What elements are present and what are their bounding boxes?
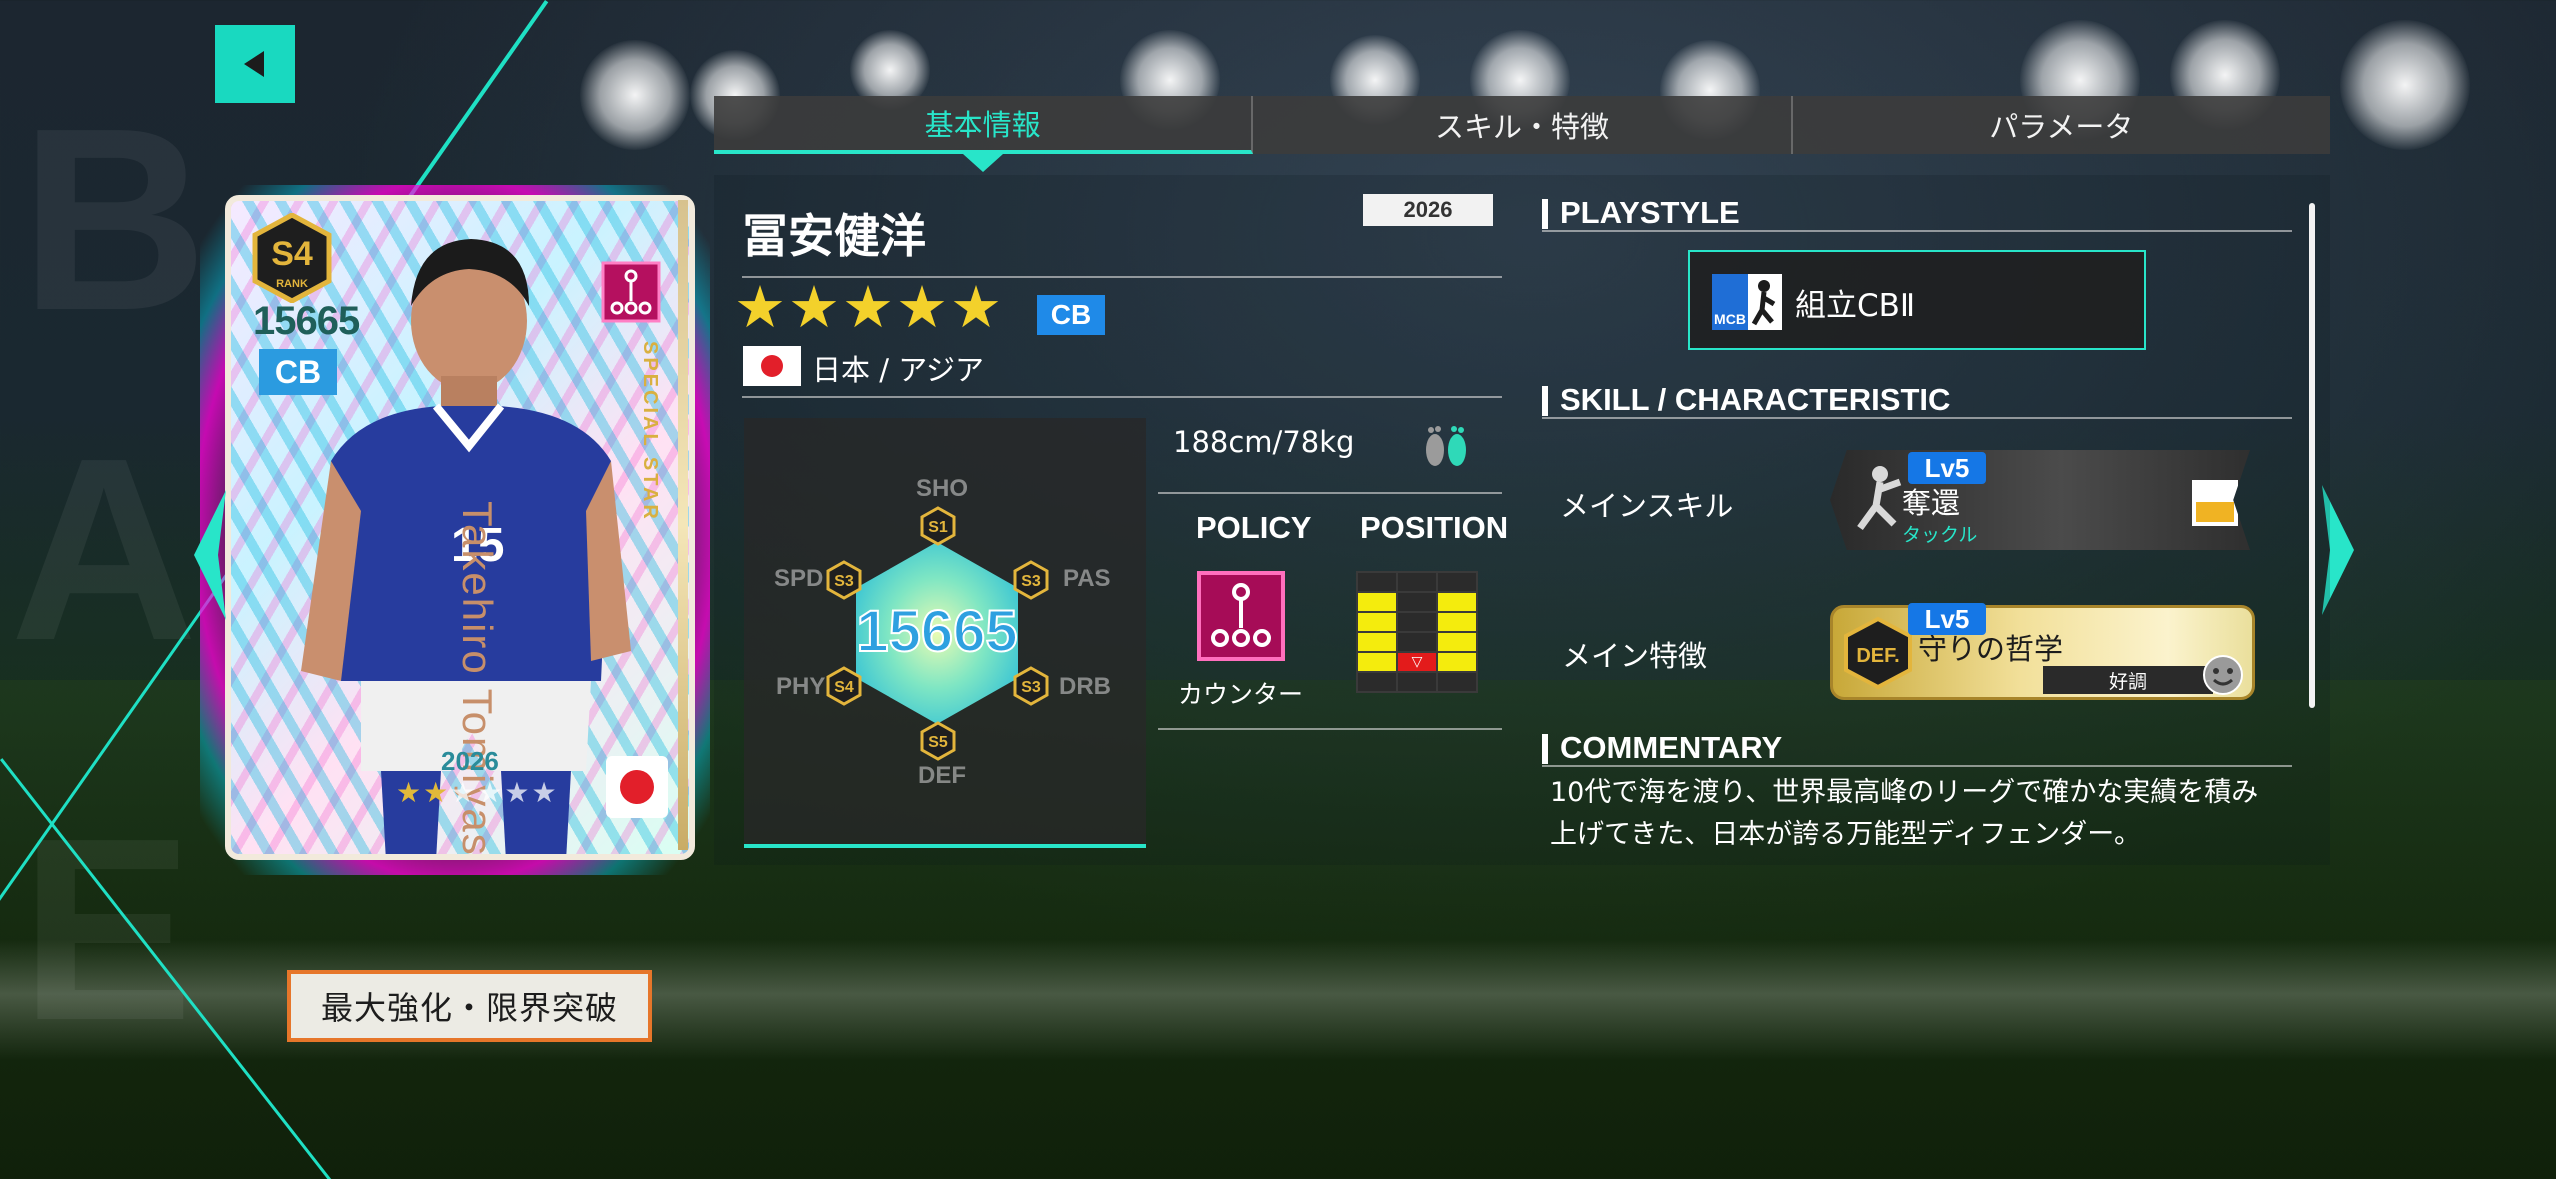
overall-value: 15665 [856, 599, 1017, 664]
divider [1158, 728, 1502, 730]
year-tag: 2026 [1363, 194, 1493, 226]
svg-text:S3: S3 [834, 573, 854, 590]
card-special-label: SPECIAL STAR [639, 341, 661, 522]
grade-spd-icon: S3 [826, 560, 862, 600]
svg-text:MCB: MCB [1714, 311, 1746, 327]
back-button[interactable] [215, 25, 295, 103]
card-overall: 15665 [253, 299, 360, 343]
main-skill-name: 奪還 [1902, 486, 1961, 520]
svg-text:DEF.: DEF. [1856, 645, 1899, 667]
svg-text:RANK: RANK [276, 278, 308, 290]
previous-card-arrow-icon[interactable] [190, 490, 230, 620]
commentary-text: 10代で海を渡り、世界最高峰のリーグで確かな実績を積み上げてきた、日本が誇る万能… [1550, 777, 2259, 850]
background-letter: E [20, 785, 194, 1075]
grade-phy-icon: S4 [826, 666, 862, 706]
grade-def-icon: S5 [920, 721, 956, 761]
main-skill-level: Lv5 [1908, 452, 1986, 484]
svg-text:S3: S3 [1021, 573, 1041, 590]
playstyle-card[interactable]: MCB 組立CBⅡ [1688, 250, 2146, 350]
svg-text:S5: S5 [928, 734, 948, 751]
position-title: POSITION [1360, 510, 1509, 545]
policy-value: カウンター [1178, 680, 1304, 709]
nation-text: 日本 / アジア [812, 353, 985, 387]
background-letter: A [10, 405, 198, 695]
main-skill-label: メインスキル [1560, 489, 1734, 523]
skill-heading: SKILL / CHARACTERISTIC [1542, 382, 1950, 418]
policy-counter-icon [601, 261, 661, 323]
svg-text:S3: S3 [1021, 679, 1041, 696]
footedness-icon [1426, 426, 1466, 466]
limit-break-button[interactable]: 最大強化・限界突破 [287, 970, 652, 1042]
card-year: 2026 [441, 746, 499, 776]
japan-flag-icon [743, 346, 801, 386]
position-map: ▽ [1356, 571, 1478, 693]
card-rank-text: S4 [271, 235, 313, 273]
condition-face-icon [2203, 655, 2243, 695]
background-letter: B [20, 75, 208, 365]
stadium-light [580, 40, 690, 150]
playstyle-heading: PLAYSTYLE [1542, 195, 1740, 231]
playstyle-mcb-icon: MCB [1712, 274, 1782, 330]
tab-basic-info[interactable]: 基本情報 [714, 96, 1254, 172]
def-feature-icon: DEF. [1844, 616, 1912, 690]
policy-title: POLICY [1196, 510, 1312, 545]
stat-label-spd: SPD [774, 565, 824, 592]
grade-pas-icon: S3 [1013, 560, 1049, 600]
card-frame [678, 200, 688, 850]
tab-skills[interactable]: スキル・特徴 [1253, 96, 1793, 154]
stat-label-phy: PHY [776, 673, 826, 700]
rating-stars: ★★★★★ [734, 273, 1004, 341]
divider [742, 396, 1502, 398]
grade-sho-icon: S1 [920, 506, 956, 546]
overall-hexagon: 15665 [855, 542, 1019, 724]
main-feature-label: メイン特徴 [1562, 639, 1708, 673]
divider [1542, 765, 2292, 767]
card-nation-flag-icon [606, 756, 668, 818]
divider [1542, 417, 2292, 419]
stat-label-def: DEF [918, 762, 966, 789]
divider [1158, 492, 1502, 494]
grade-drb-icon: S3 [1013, 666, 1049, 706]
stat-label-pas: PAS [1063, 565, 1111, 592]
player-name: 冨安健洋 [742, 209, 926, 263]
svg-text:S4: S4 [834, 679, 854, 696]
stadium-light [2340, 20, 2470, 150]
playstyle-name: 組立CBⅡ [1795, 288, 1916, 324]
card-stars: ★★★★★★ [396, 776, 559, 809]
scrollbar[interactable] [2309, 203, 2315, 708]
svg-text:S1: S1 [928, 519, 948, 536]
stat-label-drb: DRB [1059, 673, 1111, 700]
main-skill-type: タックル [1902, 524, 1978, 546]
rank-emblem-icon: S4 RANK [252, 213, 332, 303]
stat-label-sho: SHO [916, 475, 969, 502]
main-feature-level: Lv5 [1908, 603, 1986, 635]
main-skill-card[interactable]: 奪還 タックル [1830, 450, 2250, 550]
policy-counter-icon [1197, 571, 1285, 661]
height-weight: 188cm/78kg [1173, 425, 1355, 459]
commentary-heading: COMMENTARY [1542, 730, 1782, 766]
tab-parameters[interactable]: パラメータ [1793, 96, 2330, 154]
divider [1542, 230, 2292, 232]
tab-bar: 基本情報 スキル・特徴 パラメータ [714, 96, 2330, 172]
card-position: CB [259, 349, 337, 395]
main-feature-card[interactable]: DEF. 守りの哲学 好調 [1830, 605, 2255, 700]
back-arrow-icon [244, 51, 264, 77]
position-mini-icon [2192, 480, 2238, 526]
position-badge: CB [1037, 295, 1105, 335]
main-feature-status: 好調 [2043, 666, 2213, 694]
player-card[interactable]: 15 S4 RANK 15665 CB Takehiro Tomiyasu SP… [225, 195, 695, 860]
